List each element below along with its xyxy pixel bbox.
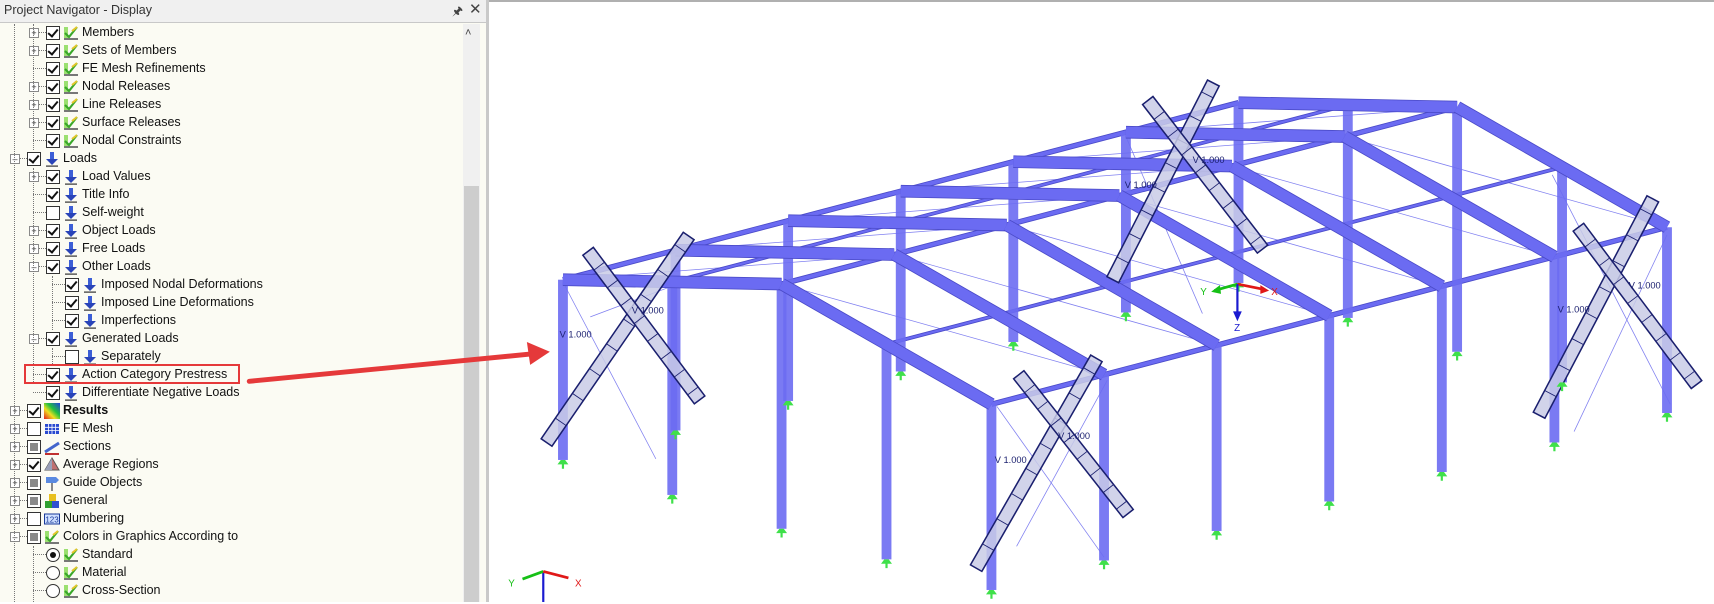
column	[1452, 107, 1463, 352]
column	[1662, 227, 1672, 413]
roof-beam	[1125, 126, 1345, 143]
member-label: V 1.000	[560, 330, 592, 340]
support-icon	[881, 559, 892, 569]
column	[1324, 315, 1335, 502]
rafter	[1229, 161, 1445, 291]
corner-axis-x-label: X	[575, 579, 582, 590]
roof-beam	[1238, 97, 1458, 113]
support-icon	[1120, 312, 1132, 322]
member-label: V 1.000	[995, 455, 1027, 465]
column	[1211, 345, 1222, 531]
support-icon	[1098, 560, 1110, 570]
column	[667, 281, 678, 495]
model-graphics: V 1.000 V 1.000 V 1.000 V 1.000 V 1.000 …	[246, 79, 1703, 602]
roof-beam	[788, 215, 1007, 231]
support-icon	[1451, 351, 1463, 361]
support-icon	[1548, 442, 1560, 452]
support-icon	[1211, 530, 1223, 540]
support-icon	[557, 459, 569, 469]
member-label: V 1.000	[1629, 280, 1661, 290]
axis-y-label: Y	[1200, 287, 1207, 298]
rafter	[891, 249, 1107, 380]
member-label: V 1.000	[1125, 180, 1157, 190]
support-icon	[1436, 471, 1448, 481]
column	[776, 284, 787, 529]
support-icon	[1323, 501, 1335, 511]
support-icon	[985, 589, 997, 599]
callout-arrow	[246, 341, 550, 384]
support-icon	[666, 494, 678, 504]
support-icon	[1007, 341, 1019, 351]
axis-x-label: X	[1271, 287, 1278, 298]
rafter	[1004, 220, 1220, 350]
support-icon	[776, 528, 788, 538]
column	[881, 344, 892, 560]
column	[1549, 256, 1560, 443]
member-label: V 1.000	[632, 306, 664, 316]
roof-beam	[562, 274, 782, 290]
support-icon	[895, 371, 907, 381]
axis-z-label: Z	[1234, 323, 1240, 334]
support-icon	[1661, 412, 1673, 422]
member-label: V 1.000	[1058, 431, 1090, 441]
brace-member	[581, 246, 706, 405]
member-label: V 1.000	[1193, 155, 1225, 165]
rafter	[1341, 131, 1558, 262]
axis-triad-corner: Y X	[508, 570, 582, 602]
member-label: V 1.000	[1558, 304, 1590, 314]
column	[1436, 286, 1447, 472]
support-icon	[1342, 317, 1354, 327]
roof-beam	[900, 185, 1120, 202]
roof-beam	[675, 244, 895, 261]
corner-axis-y-label: Y	[508, 579, 515, 590]
